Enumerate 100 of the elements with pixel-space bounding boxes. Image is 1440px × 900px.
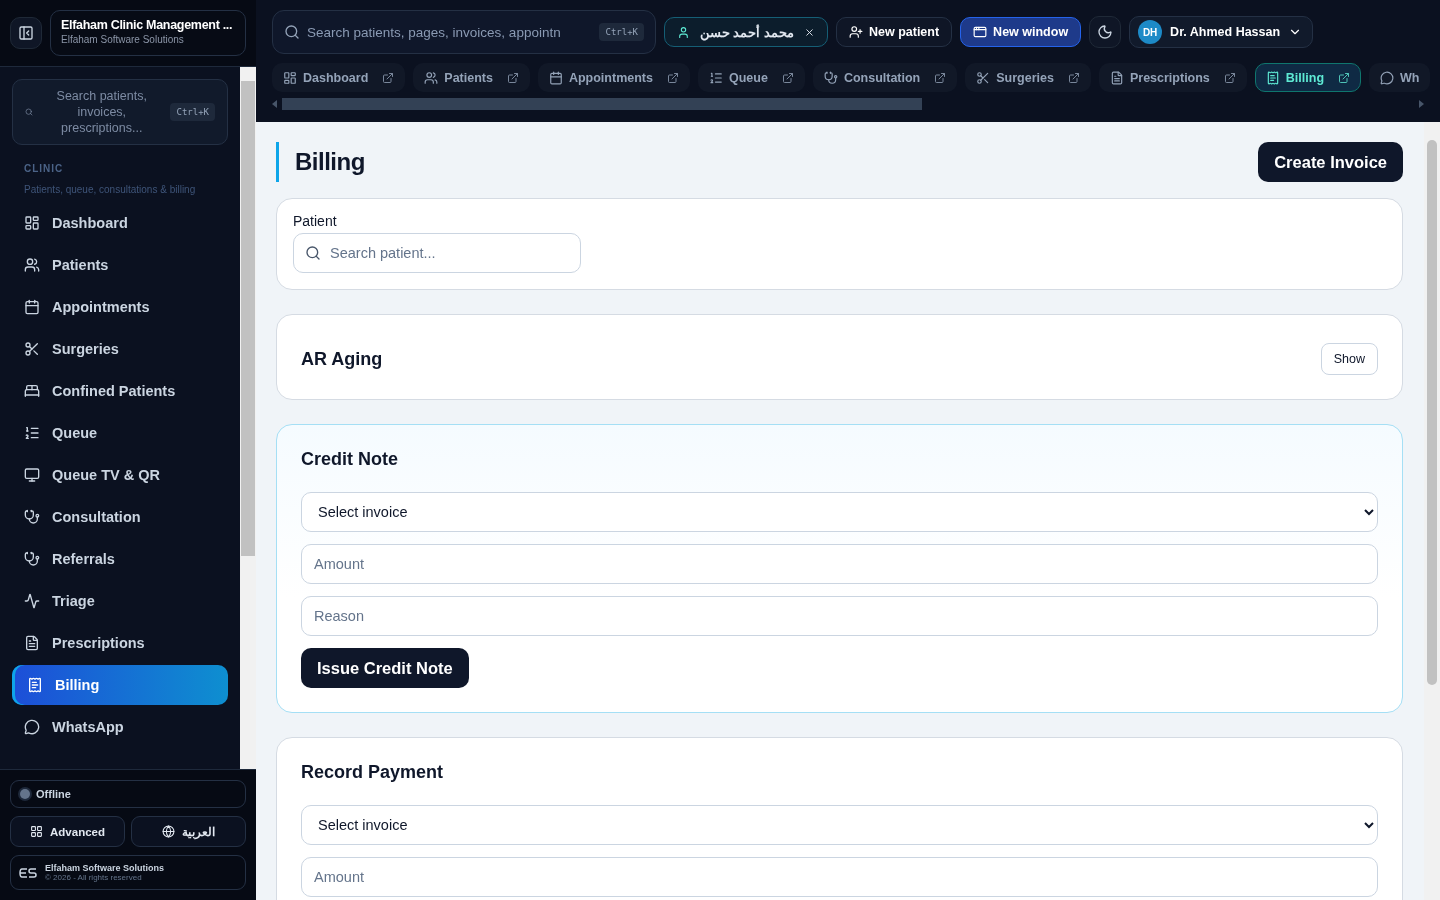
show-button[interactable]: Show xyxy=(1320,343,1378,375)
external-link-icon xyxy=(506,71,519,84)
page-title: Billing xyxy=(276,142,365,182)
scroll-right-icon[interactable] xyxy=(1418,100,1424,108)
search-icon xyxy=(305,245,321,261)
card-title: Record Payment xyxy=(301,762,445,783)
create-invoice-button[interactable]: Create Invoice xyxy=(1258,142,1403,182)
new-patient-button[interactable]: New patient xyxy=(835,17,953,47)
page-tab[interactable]: Queue xyxy=(697,63,805,92)
shortcut-hint: Ctrl+K xyxy=(170,103,215,121)
card-title: AR Aging xyxy=(301,348,383,370)
chat-bubble-icon xyxy=(1380,70,1395,85)
sidebar-toggle-button[interactable] xyxy=(10,17,42,49)
list-icon xyxy=(708,70,723,85)
globe-icon xyxy=(162,825,175,838)
user-menu-button[interactable]: DH Dr. Ahmed Hassan xyxy=(1129,16,1314,48)
user-icon xyxy=(677,25,690,39)
reason-field[interactable]: Reason xyxy=(301,596,1378,636)
external-link-icon xyxy=(1223,71,1236,84)
language-button[interactable]: العربية xyxy=(131,816,246,847)
stethoscope-icon xyxy=(24,551,40,567)
sidebar-item[interactable]: Patients xyxy=(12,245,228,285)
chat-bubble-icon xyxy=(24,719,40,735)
sidebar-item[interactable]: WhatsApp xyxy=(12,707,228,747)
users-icon xyxy=(424,70,439,85)
connection-status: Offline xyxy=(10,780,246,808)
scroll-left-icon[interactable] xyxy=(272,100,278,108)
users-icon xyxy=(24,257,40,273)
section-title: CLINIC xyxy=(24,163,65,174)
list-icon xyxy=(24,425,40,441)
copyright-text: © 2026 - All rights reserved xyxy=(45,873,143,882)
scissors-icon xyxy=(24,341,40,357)
pulse-icon xyxy=(24,593,40,609)
document-icon xyxy=(24,635,40,651)
invoice-select[interactable]: Select invoice xyxy=(301,805,1378,845)
grid-icon xyxy=(30,825,43,838)
window-icon xyxy=(973,25,988,39)
search-icon xyxy=(25,108,33,116)
panel-icon xyxy=(18,25,34,41)
user-plus-icon xyxy=(848,25,863,39)
shortcut-hint: Ctrl+K xyxy=(599,23,644,41)
theme-toggle-button[interactable] xyxy=(1089,16,1122,48)
card-title: Credit Note xyxy=(301,449,399,470)
page-tab[interactable]: Prescriptions xyxy=(1098,63,1247,92)
advanced-button[interactable]: Advanced xyxy=(10,816,125,847)
external-link-icon xyxy=(781,71,794,84)
section-subtitle: Patients, queue, consultations & billing xyxy=(24,184,197,195)
document-icon xyxy=(1109,70,1124,85)
patient-chip[interactable]: محمد أحمد حسن xyxy=(664,17,828,47)
sidebar-item[interactable]: Confined Patients xyxy=(12,371,228,411)
external-link-icon xyxy=(1338,71,1351,84)
bed-icon xyxy=(24,383,40,399)
external-link-icon xyxy=(934,71,947,84)
sidebar-item[interactable]: Appointments xyxy=(12,287,228,327)
logo-icon xyxy=(19,866,37,879)
sidebar-item[interactable]: Triage xyxy=(12,581,228,621)
stethoscope-icon xyxy=(823,70,838,85)
moon-icon xyxy=(1097,24,1114,40)
page-tab[interactable]: Wh xyxy=(1369,63,1431,92)
monitor-icon xyxy=(24,467,40,483)
sidebar-item[interactable]: Consultation xyxy=(12,497,228,537)
external-link-icon xyxy=(382,71,395,84)
scissors-icon xyxy=(976,70,991,85)
calendar-icon xyxy=(548,70,563,85)
page-tab[interactable]: Consultation xyxy=(812,63,958,92)
amount-field[interactable]: Amount xyxy=(301,544,1378,584)
external-link-icon xyxy=(666,71,679,84)
page-tab[interactable]: Appointments xyxy=(537,63,690,92)
sidebar-item[interactable]: Billing xyxy=(12,665,228,705)
stethoscope-icon xyxy=(24,509,40,525)
external-link-icon xyxy=(1067,71,1080,84)
sidebar-item[interactable]: Queue xyxy=(12,413,228,453)
invoice-select[interactable]: Select invoice xyxy=(301,492,1378,532)
sidebar-item[interactable]: Surgeries xyxy=(12,329,228,369)
app-subtitle: Elfaham Software Solutions xyxy=(61,34,185,45)
scrollbar[interactable] xyxy=(1424,122,1440,900)
app-title: Elfaham Clinic Management ... xyxy=(61,18,234,32)
receipt-icon xyxy=(1265,70,1280,85)
page-tab[interactable]: Surgeries xyxy=(965,63,1091,92)
sidebar-item[interactable]: Dashboard xyxy=(12,203,228,243)
sidebar-search[interactable]: Search patients, invoices, prescriptions... Ctrl+K xyxy=(12,79,228,145)
amount-field[interactable]: Amount xyxy=(301,857,1378,897)
sidebar-item[interactable]: Queue TV & QR xyxy=(12,455,228,495)
search-icon xyxy=(284,24,300,40)
sidebar-item[interactable]: Referrals xyxy=(12,539,228,579)
page-tab[interactable]: Billing xyxy=(1254,63,1362,92)
patient-search-field[interactable]: Search patient... xyxy=(293,233,581,273)
grid-icon xyxy=(283,70,297,85)
page-tab[interactable]: Dashboard xyxy=(272,63,406,92)
issue-credit-note-button[interactable]: Issue Credit Note xyxy=(301,648,469,688)
new-window-button[interactable]: New window xyxy=(960,17,1082,47)
page-tab[interactable]: Patients xyxy=(413,63,530,92)
close-icon xyxy=(803,26,815,38)
sidebar-item[interactable]: Prescriptions xyxy=(12,623,228,663)
receipt-icon xyxy=(27,677,43,693)
calendar-icon xyxy=(24,299,40,315)
company-name: Elfaham Software Solutions xyxy=(45,863,165,873)
user-avatar: DH xyxy=(1138,20,1163,44)
grid-icon xyxy=(24,215,40,231)
scrollbar[interactable] xyxy=(240,67,256,769)
